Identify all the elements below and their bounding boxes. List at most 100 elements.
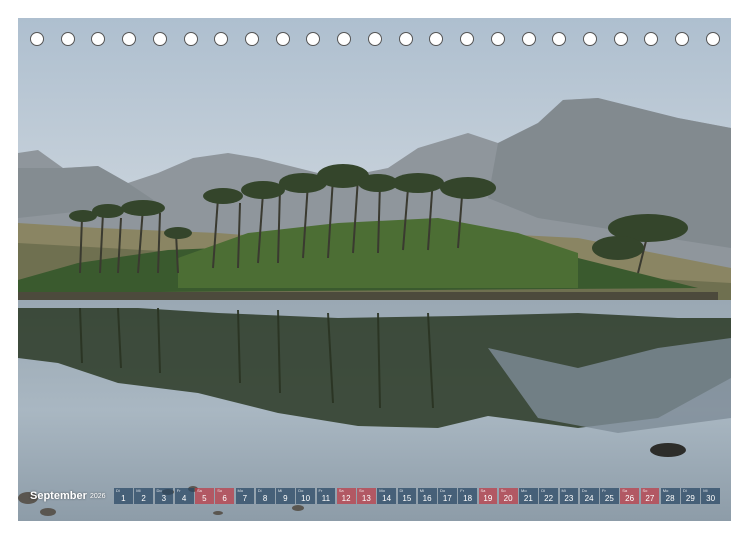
- weekday-abbr: Do: [581, 488, 587, 493]
- rock: [650, 443, 686, 457]
- weekday-abbr: Di: [683, 488, 687, 493]
- day-cell: Mi 9: [276, 488, 295, 504]
- binding-ring: [460, 32, 475, 46]
- day-cell: Mo 14: [377, 488, 396, 504]
- binding-ring: [398, 32, 413, 46]
- day-cell: Fr 4: [174, 488, 194, 504]
- day-number: 29: [685, 494, 695, 503]
- day-number: 8: [262, 494, 268, 503]
- day-number: 27: [645, 494, 655, 503]
- weekday-abbr: Fr: [176, 488, 181, 493]
- day-cell: Di 15: [397, 488, 417, 504]
- day-cell: Mo 21: [519, 488, 538, 504]
- day-number: 18: [463, 494, 473, 503]
- day-number: 28: [665, 494, 675, 503]
- day-number: 26: [625, 494, 635, 503]
- weekday-abbr: So: [500, 488, 506, 493]
- day-cell: So 6: [215, 488, 234, 504]
- day-number: 3: [161, 494, 167, 503]
- binding-ring: [613, 32, 628, 46]
- calendar-strip: September 2026 Di 1 Mi 2 Do 3 Fr 4 Sa 5 So 6 Mo 7 Di 8 M…: [30, 488, 720, 504]
- weekday-abbr: Fr: [460, 488, 465, 493]
- day-cell: Di 1: [114, 488, 133, 504]
- binding-ring: [675, 32, 690, 46]
- weekday-abbr: Sa: [480, 488, 486, 493]
- day-cell: Mo 28: [660, 488, 680, 504]
- day-number: 12: [341, 494, 351, 503]
- spiral-binding: [30, 32, 720, 48]
- day-number: 19: [483, 494, 493, 503]
- day-cell: Di 29: [681, 488, 700, 504]
- weekday-abbr: Sa: [622, 488, 628, 493]
- binding-ring: [490, 32, 505, 46]
- day-number: 22: [544, 494, 554, 503]
- binding-ring: [30, 32, 44, 46]
- day-number: 20: [503, 494, 513, 503]
- landscape-photo: [18, 18, 731, 521]
- day-number: 21: [523, 494, 533, 503]
- weekday-abbr: Mi: [561, 488, 566, 493]
- day-cell: So 13: [357, 488, 376, 504]
- binding-ring: [245, 32, 260, 46]
- weekday-abbr: Sa: [197, 488, 202, 493]
- weekday-abbr: Mi: [278, 488, 283, 493]
- weekday-abbr: Mo: [237, 488, 244, 493]
- day-cell: Mi 16: [417, 488, 437, 504]
- day-cell: Sa 5: [195, 488, 214, 504]
- day-number: 24: [584, 494, 594, 503]
- day-number: 7: [242, 494, 248, 503]
- day-cell: Fr 11: [316, 488, 336, 504]
- day-number: 4: [181, 494, 187, 503]
- day-cell: Sa 12: [336, 488, 356, 504]
- binding-ring: [122, 32, 137, 46]
- calendar-page: September 2026 Di 1 Mi 2 Do 3 Fr 4 Sa 5 So 6 Mo 7 Di 8 M…: [0, 0, 750, 539]
- day-cell: Do 3: [154, 488, 174, 504]
- weekday-abbr: So: [642, 488, 648, 493]
- day-number: 2: [141, 494, 146, 503]
- weekday-abbr: Fr: [602, 488, 606, 493]
- binding-ring: [337, 32, 352, 46]
- day-number: 11: [321, 494, 331, 503]
- year-label: 2026: [90, 492, 106, 500]
- binding-ring: [275, 32, 290, 46]
- day-number: 5: [202, 494, 207, 503]
- day-number: 15: [402, 494, 412, 503]
- binding-ring: [214, 32, 229, 46]
- binding-ring: [429, 32, 444, 46]
- day-cell: Do 24: [579, 488, 599, 504]
- binding-ring: [183, 32, 198, 46]
- weekday-abbr: Mi: [703, 488, 708, 493]
- day-cell: Sa 19: [478, 488, 498, 504]
- day-number: 14: [382, 494, 392, 503]
- binding-ring: [552, 32, 567, 46]
- day-cell: So 27: [640, 488, 660, 504]
- weekday-abbr: Do: [156, 488, 162, 493]
- weekday-abbr: Di: [116, 488, 120, 493]
- weekday-abbr: Mo: [379, 488, 385, 493]
- day-cell: Mi 23: [559, 488, 579, 504]
- month-label: September: [30, 490, 87, 502]
- day-cell: Mo 7: [235, 488, 255, 504]
- day-cell: Mi 30: [701, 488, 720, 504]
- day-number: 16: [422, 494, 432, 503]
- day-cells: Di 1 Mi 2 Do 3 Fr 4 Sa 5 So 6 Mo 7 Di 8 Mi 9 Do 10 Fr 11 Sa 12 S…: [114, 488, 720, 504]
- binding-ring: [644, 32, 659, 46]
- day-number: 13: [361, 494, 371, 503]
- day-number: 9: [283, 494, 288, 503]
- day-number: 17: [442, 494, 452, 503]
- day-cell: Di 8: [255, 488, 275, 504]
- weekday-abbr: Do: [440, 488, 446, 493]
- day-cell: Fr 18: [458, 488, 477, 504]
- day-cell: Do 17: [438, 488, 457, 504]
- weekday-abbr: Di: [257, 488, 262, 493]
- weekday-abbr: Do: [298, 488, 304, 493]
- day-cell: Sa 26: [620, 488, 639, 504]
- weekday-abbr: So: [217, 488, 223, 493]
- binding-ring: [582, 32, 597, 46]
- binding-ring: [521, 32, 536, 46]
- day-number: 10: [301, 494, 311, 503]
- day-cell: Di 22: [539, 488, 558, 504]
- day-number: 30: [706, 494, 716, 503]
- day-number: 23: [564, 494, 574, 503]
- weekday-abbr: Mo: [521, 488, 527, 493]
